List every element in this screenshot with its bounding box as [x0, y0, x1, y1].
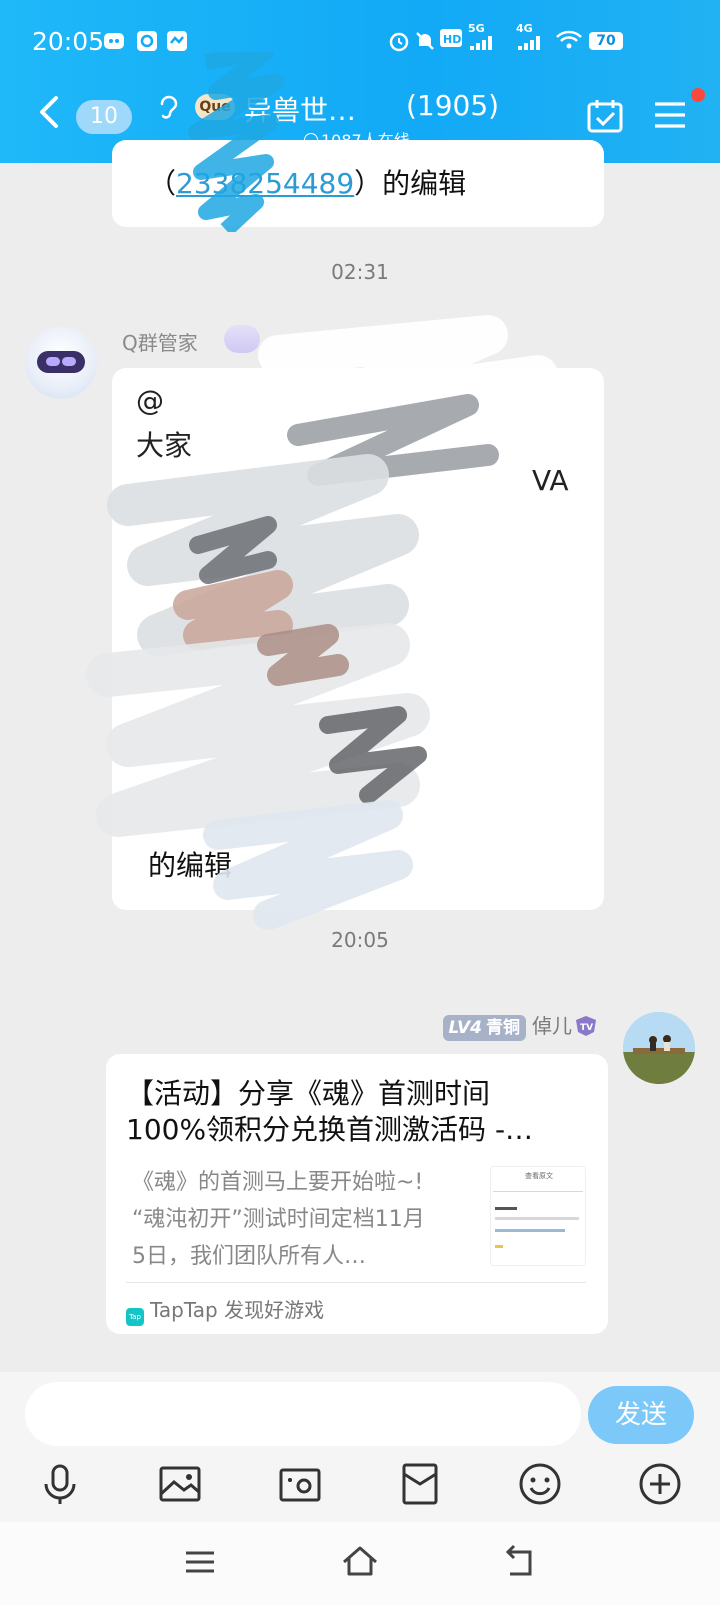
red-packet-icon[interactable]	[396, 1460, 444, 1508]
system-nav-bar	[0, 1522, 720, 1605]
share-card-title: 【活动】分享《魂》首测时间 100%领积分兑换首测激活码 -…	[126, 1077, 534, 1146]
message-timestamp: 02:31	[331, 260, 389, 284]
send-button[interactable]: 发送	[588, 1386, 694, 1444]
thumbnail-line	[495, 1229, 565, 1232]
back-nav-icon[interactable]	[500, 1542, 540, 1582]
svg-text:HD: HD	[443, 33, 461, 46]
emoji-icon[interactable]	[516, 1460, 564, 1508]
ear-icon[interactable]	[158, 94, 180, 128]
redaction-scribble-header	[188, 52, 284, 232]
redaction-scribble	[86, 315, 568, 930]
unread-count-badge[interactable]: 10	[76, 100, 132, 134]
app-notification-icon-2	[136, 30, 158, 57]
recent-apps-icon[interactable]	[180, 1542, 220, 1582]
home-icon[interactable]	[340, 1542, 380, 1582]
mute-icon	[414, 30, 436, 57]
sender-name-me[interactable]: 倬儿	[532, 1014, 572, 1038]
svg-text:TV: TV	[580, 1023, 593, 1033]
chat-header: 20:05 HD 5G 4G 70 10 Que 异兽世… (1905)	[0, 0, 720, 163]
signal-icon-2	[518, 34, 544, 55]
checkin-calendar-icon[interactable]	[586, 98, 624, 134]
signal-icon-1	[470, 34, 496, 55]
message-timestamp: 20:05	[331, 928, 389, 952]
plus-icon[interactable]	[636, 1460, 684, 1508]
alarm-icon	[388, 30, 410, 57]
image-icon[interactable]	[156, 1460, 204, 1508]
battery-indicator: 70	[589, 32, 623, 50]
camera-icon[interactable]	[276, 1460, 324, 1508]
share-card-divider	[126, 1282, 586, 1283]
share-card[interactable]: 【活动】分享《魂》首测时间 100%领积分兑换首测激活码 -… 《魂》的首测马上…	[106, 1054, 608, 1334]
app-notification-icon	[102, 30, 126, 57]
bot-eye-left	[46, 357, 60, 366]
voice-icon[interactable]	[36, 1460, 84, 1508]
input-bar: 发送	[0, 1372, 720, 1522]
share-card-source[interactable]: Tap TapTap 发现好游戏	[126, 1294, 324, 1326]
menu-icon[interactable]	[653, 100, 687, 130]
share-card-description: 《魂》的首测马上要开始啦~! “魂沌初开”测试时间定档11月 5日，我们团队所有…	[132, 1170, 425, 1269]
wifi-icon	[556, 30, 582, 55]
level-badge: LV4 青铜	[442, 1015, 526, 1041]
message-input[interactable]	[25, 1382, 581, 1446]
group-member-count[interactable]: (1905)	[406, 89, 499, 122]
notification-dot	[691, 88, 705, 102]
hd-icon: HD	[440, 28, 466, 55]
status-time: 20:05	[32, 27, 105, 56]
vip-badge-icon: TV	[574, 1014, 598, 1038]
back-button[interactable]	[36, 94, 64, 130]
thumbnail-line	[495, 1207, 517, 1210]
app-notification-icon-3	[166, 30, 188, 57]
thumbnail-header: 查看原文	[525, 1172, 553, 1180]
taptap-icon: Tap	[126, 1308, 144, 1326]
my-avatar[interactable]	[623, 1012, 695, 1084]
status-bar: 20:05 HD 5G 4G 70	[0, 22, 720, 62]
thumbnail-divider	[493, 1191, 583, 1192]
share-card-thumbnail: 查看原文	[490, 1166, 586, 1266]
sender-info-me: LV4 青铜 倬儿 TV	[442, 1010, 598, 1041]
thumbnail-line	[495, 1217, 579, 1220]
thumbnail-line	[495, 1245, 503, 1248]
